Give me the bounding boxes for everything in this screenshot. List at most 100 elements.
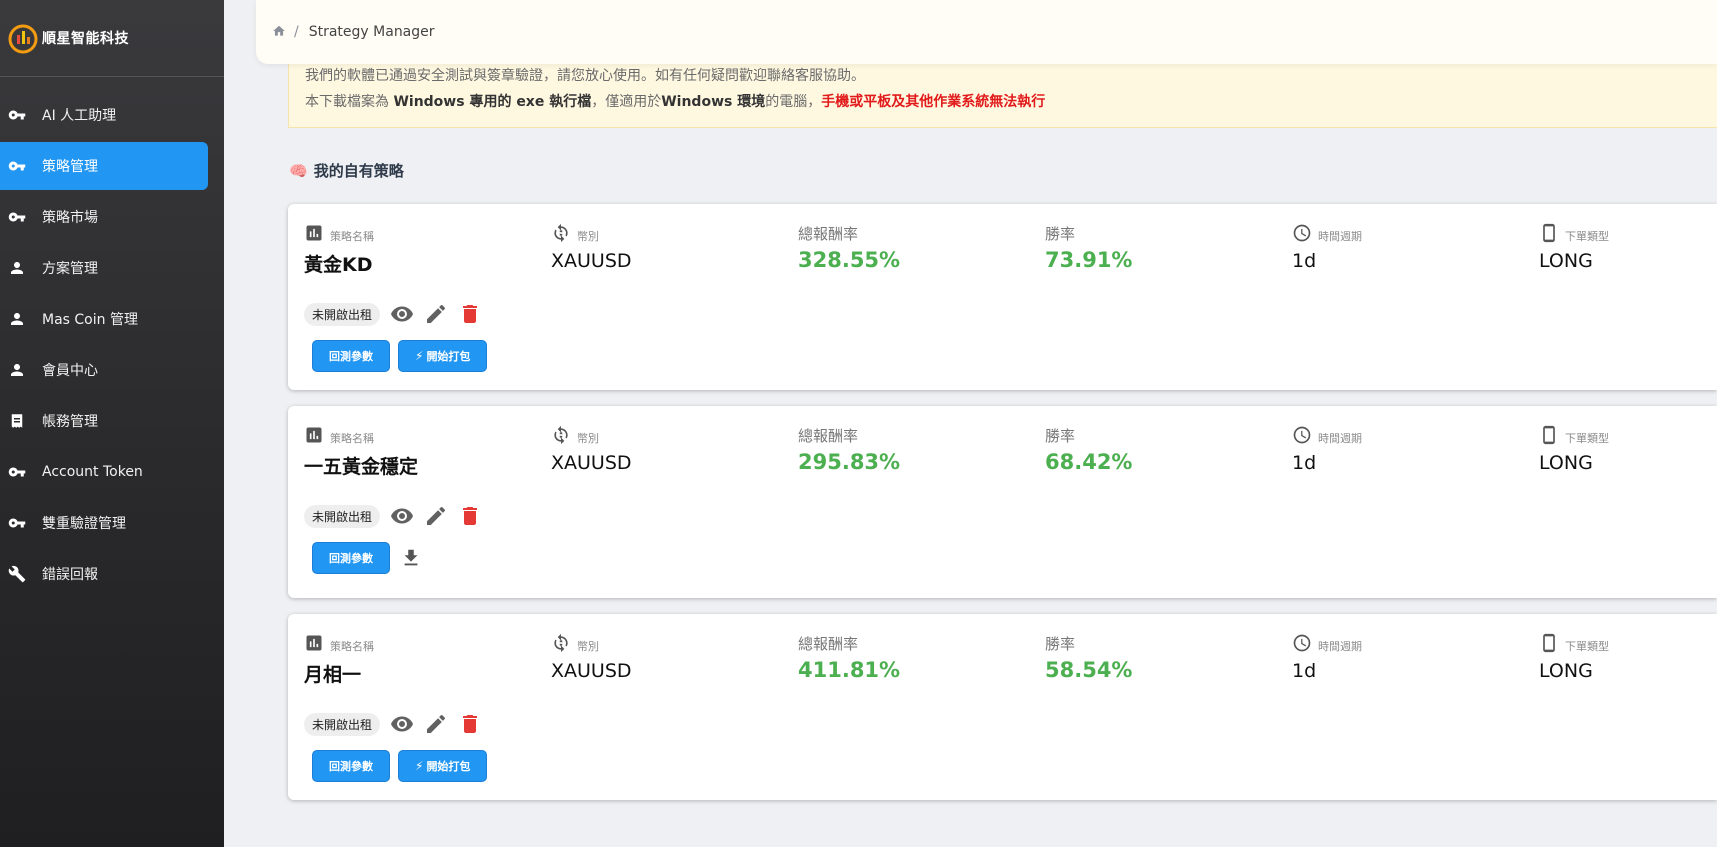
status-chip[interactable]: 未開啟出租 xyxy=(304,712,381,736)
strategy-actions: 未開啟出租 xyxy=(304,504,482,528)
bar-chart-icon xyxy=(304,425,324,445)
trash-icon[interactable] xyxy=(458,712,482,736)
field-label: 時間週期 xyxy=(1318,640,1362,653)
sidebar-item-0[interactable]: AI 人工助理 xyxy=(0,91,208,139)
field-name: 策略名稱 一五黃金穩定 xyxy=(304,424,524,479)
field-order_type: 下單類型 LONG xyxy=(1539,424,1717,474)
download-icon[interactable] xyxy=(400,547,422,569)
clock-icon xyxy=(1292,425,1312,445)
field-label: 幣別 xyxy=(577,640,599,653)
home-icon[interactable] xyxy=(272,23,286,42)
sidebar-item-5[interactable]: 會員中心 xyxy=(0,346,208,394)
field-label: 勝率 xyxy=(1045,224,1076,243)
strategy-fields: 策略名稱 月相一 幣別 XAUUSD 總報酬率 411.81% 勝率 58.54% 時間週期 1d… xyxy=(288,632,1717,692)
sidebar-nav: AI 人工助理策略管理策略市場 方案管理 Mas Coin 管理會員中心 帳務管理 Ac… xyxy=(0,91,224,598)
trash-icon[interactable] xyxy=(458,504,482,528)
field-label: 下單類型 xyxy=(1565,230,1609,243)
notice-text: ，僅適用於 xyxy=(591,94,662,110)
field-order_type: 下單類型 LONG xyxy=(1539,632,1717,682)
sidebar-item-8[interactable]: 雙重驗證管理 xyxy=(0,499,208,547)
key-icon xyxy=(8,208,26,226)
package-button[interactable]: ⚡ 開始打包 xyxy=(398,340,488,372)
backtest-button[interactable]: 回測參數 xyxy=(312,750,390,782)
currency-exchange-icon xyxy=(551,223,571,243)
strategy-buttons: 回測參數 ⚡ 開始打包 xyxy=(312,750,495,782)
bolt-icon: ⚡ xyxy=(415,349,424,363)
pencil-icon[interactable] xyxy=(424,302,448,326)
field-value-return: 295.83% xyxy=(798,450,901,474)
breadcrumb-separator: / xyxy=(294,24,299,40)
strategy-card: 策略名稱 月相一 幣別 XAUUSD 總報酬率 411.81% 勝率 58.54% 時間週期 1d… xyxy=(288,614,1717,800)
eye-icon[interactable] xyxy=(390,302,414,326)
field-label: 時間週期 xyxy=(1318,432,1362,445)
sidebar: 順星智能科技 AI 人工助理策略管理策略市場 方案管理 Mas Coin 管理會員中… xyxy=(0,0,224,847)
strategy-actions: 未開啟出租 xyxy=(304,302,482,326)
package-button-label: 開始打包 xyxy=(426,760,471,773)
eye-icon[interactable] xyxy=(390,504,414,528)
sidebar-item-4[interactable]: Mas Coin 管理 xyxy=(0,295,208,343)
field-value-order_type: LONG xyxy=(1539,452,1593,474)
field-label: 下單類型 xyxy=(1565,432,1609,445)
sidebar-item-3[interactable]: 方案管理 xyxy=(0,244,208,292)
package-button[interactable]: ⚡ 開始打包 xyxy=(398,750,488,782)
person-icon xyxy=(8,259,26,277)
field-return: 總報酬率 328.55% xyxy=(798,222,1018,273)
bolt-icon: ⚡ xyxy=(415,759,424,773)
notice-emphasis: Windows 環境 xyxy=(661,94,766,110)
trash-icon[interactable] xyxy=(458,302,482,326)
sidebar-item-label: Mas Coin 管理 xyxy=(42,312,138,328)
strategy-card: 策略名稱 黃金KD 幣別 XAUUSD 總報酬率 328.55% 勝率 73.91% 時間週期 1… xyxy=(288,204,1717,390)
strategy-card: 策略名稱 一五黃金穩定 幣別 XAUUSD 總報酬率 295.83% 勝率 68.42% 時間週… xyxy=(288,406,1717,598)
field-value-return: 328.55% xyxy=(798,248,901,272)
notice-text: 本下載檔案為 xyxy=(305,94,394,110)
receipt-icon xyxy=(8,412,26,430)
sidebar-item-1[interactable]: 策略管理 xyxy=(0,142,208,190)
sidebar-item-label: 雙重驗證管理 xyxy=(42,516,126,532)
section-title-text: 我的自有策略 xyxy=(313,162,404,180)
field-label: 幣別 xyxy=(577,432,599,445)
currency-exchange-icon xyxy=(551,633,571,653)
field-label: 幣別 xyxy=(577,230,599,243)
strategy-fields: 策略名稱 黃金KD 幣別 XAUUSD 總報酬率 328.55% 勝率 73.91% 時間週期 1… xyxy=(288,222,1717,282)
backtest-button[interactable]: 回測參數 xyxy=(312,542,390,574)
field-order_type: 下單類型 LONG xyxy=(1539,222,1717,272)
field-value-order_type: LONG xyxy=(1539,250,1593,272)
field-winrate: 勝率 68.42% xyxy=(1045,424,1265,475)
sidebar-item-label: 策略管理 xyxy=(42,159,98,175)
field-winrate: 勝率 58.54% xyxy=(1045,632,1265,683)
backtest-button[interactable]: 回測參數 xyxy=(312,340,390,372)
clock-icon xyxy=(1292,633,1312,653)
field-label: 策略名稱 xyxy=(330,230,374,243)
status-chip[interactable]: 未開啟出租 xyxy=(304,302,381,326)
field-return: 總報酬率 411.81% xyxy=(798,632,1018,683)
sidebar-item-2[interactable]: 策略市場 xyxy=(0,193,208,241)
field-value-timeframe: 1d xyxy=(1292,660,1317,682)
strategy-buttons: 回測參數 xyxy=(312,542,422,574)
sidebar-item-6[interactable]: 帳務管理 xyxy=(0,397,208,445)
key-icon xyxy=(8,514,26,532)
pencil-icon[interactable] xyxy=(424,504,448,528)
pencil-icon[interactable] xyxy=(424,712,448,736)
sidebar-item-7[interactable]: Account Token xyxy=(0,448,208,496)
key-icon xyxy=(8,106,26,124)
bar-chart-icon xyxy=(304,633,324,653)
field-return: 總報酬率 295.83% xyxy=(798,424,1018,475)
package-button-label: 開始打包 xyxy=(426,350,471,363)
notice-warning: 手機或平板及其他作業系統無法執行 xyxy=(821,94,1046,110)
status-chip[interactable]: 未開啟出租 xyxy=(304,504,381,528)
field-value-order_type: LONG xyxy=(1539,660,1593,682)
field-value-winrate: 58.54% xyxy=(1045,658,1133,682)
field-value-name: 月相一 xyxy=(304,664,362,686)
eye-icon[interactable] xyxy=(390,712,414,736)
wrench-icon xyxy=(8,565,26,583)
person-icon xyxy=(8,361,26,379)
sidebar-item-label: 錯誤回報 xyxy=(42,567,98,583)
phone-icon xyxy=(1539,633,1559,653)
brand-name: 順星智能科技 xyxy=(42,31,129,47)
field-value-symbol: XAUUSD xyxy=(551,452,632,474)
strategy-actions: 未開啟出租 xyxy=(304,712,482,736)
field-label: 總報酬率 xyxy=(798,224,859,243)
phone-icon xyxy=(1539,223,1559,243)
sidebar-item-9[interactable]: 錯誤回報 xyxy=(0,550,208,598)
brand[interactable]: 順星智能科技 xyxy=(0,0,224,77)
